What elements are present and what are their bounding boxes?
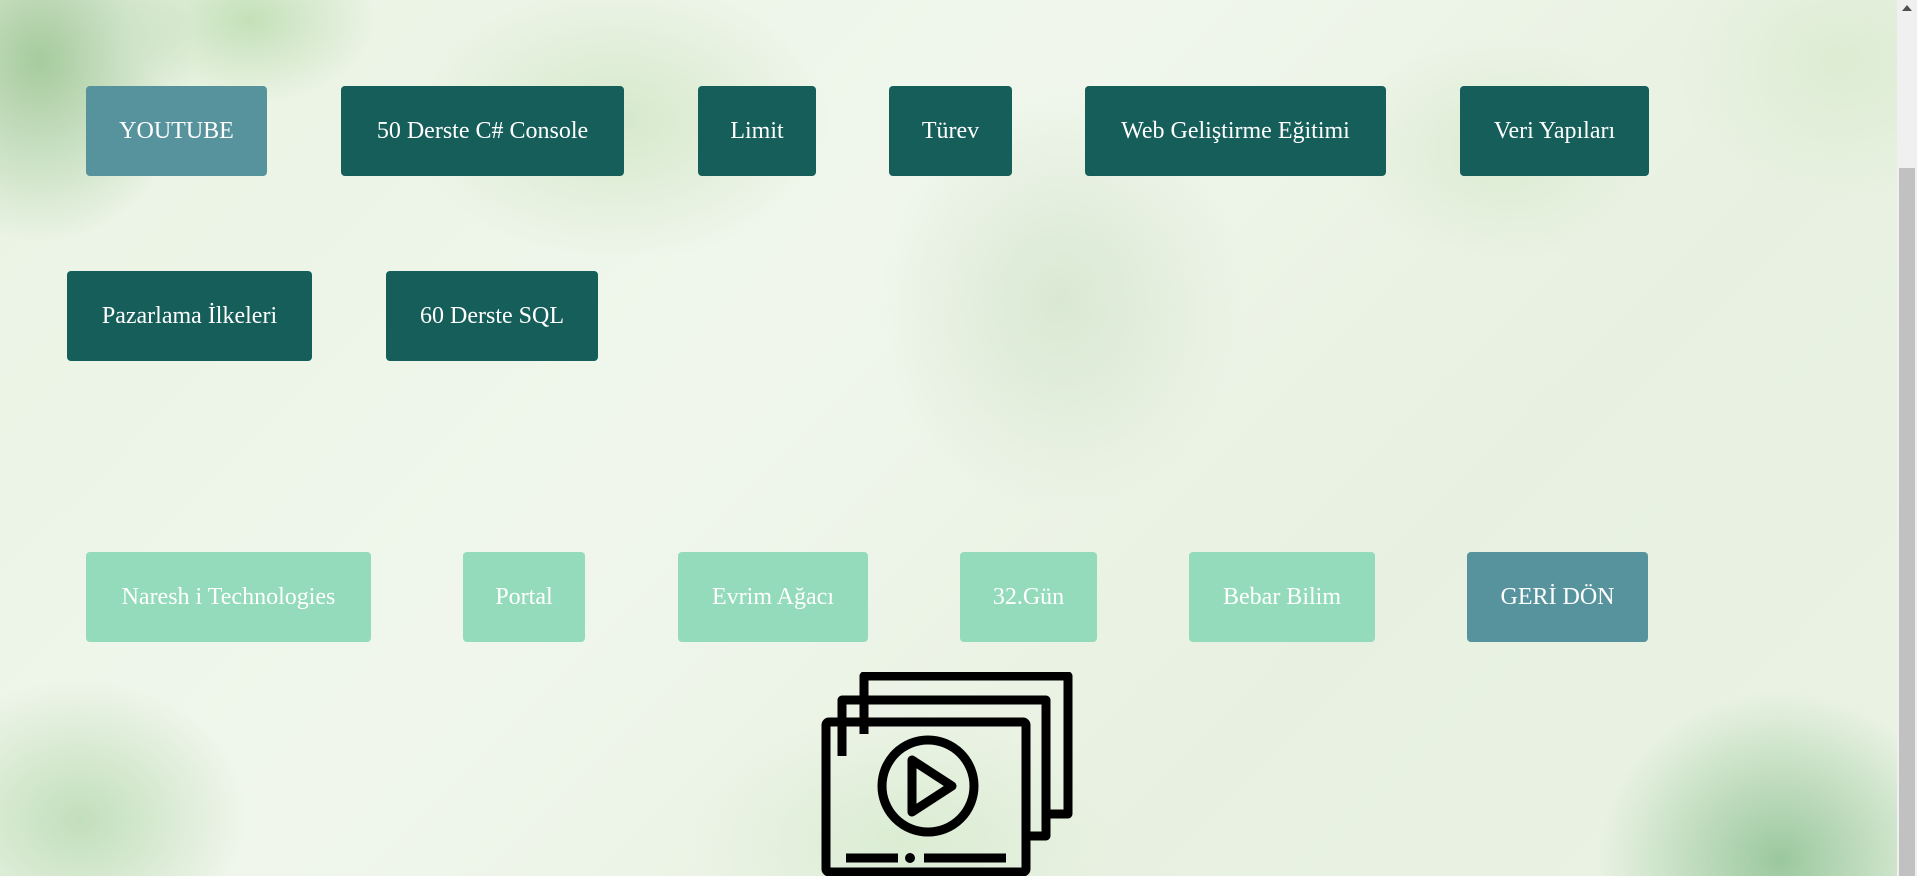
turev-button[interactable]: Türev	[889, 86, 1012, 176]
youtube-button[interactable]: YOUTUBE	[86, 86, 267, 176]
video-library-icon	[821, 672, 1073, 876]
evrim-agaci-button[interactable]: Evrim Ağacı	[678, 552, 868, 642]
gun-32-button[interactable]: 32.Gün	[960, 552, 1097, 642]
limit-button[interactable]: Limit	[698, 86, 816, 176]
veri-yapilari-button[interactable]: Veri Yapıları	[1460, 86, 1649, 176]
scroll-up-arrow-icon[interactable]	[1897, 0, 1917, 16]
vertical-scrollbar[interactable]	[1897, 0, 1917, 876]
web-gelistirme-button[interactable]: Web Geliştirme Eğitimi	[1085, 86, 1386, 176]
portal-button[interactable]: Portal	[463, 552, 585, 642]
pazarlama-ilkeleri-button[interactable]: Pazarlama İlkeleri	[67, 271, 312, 361]
csharp-console-button[interactable]: 50 Derste C# Console	[341, 86, 624, 176]
geri-don-button[interactable]: GERİ DÖN	[1467, 552, 1648, 642]
bebar-bilim-button[interactable]: Bebar Bilim	[1189, 552, 1375, 642]
sql-button[interactable]: 60 Derste SQL	[386, 271, 598, 361]
scrollbar-thumb[interactable]	[1899, 168, 1915, 876]
naresh-technologies-button[interactable]: Naresh i Technologies	[86, 552, 371, 642]
